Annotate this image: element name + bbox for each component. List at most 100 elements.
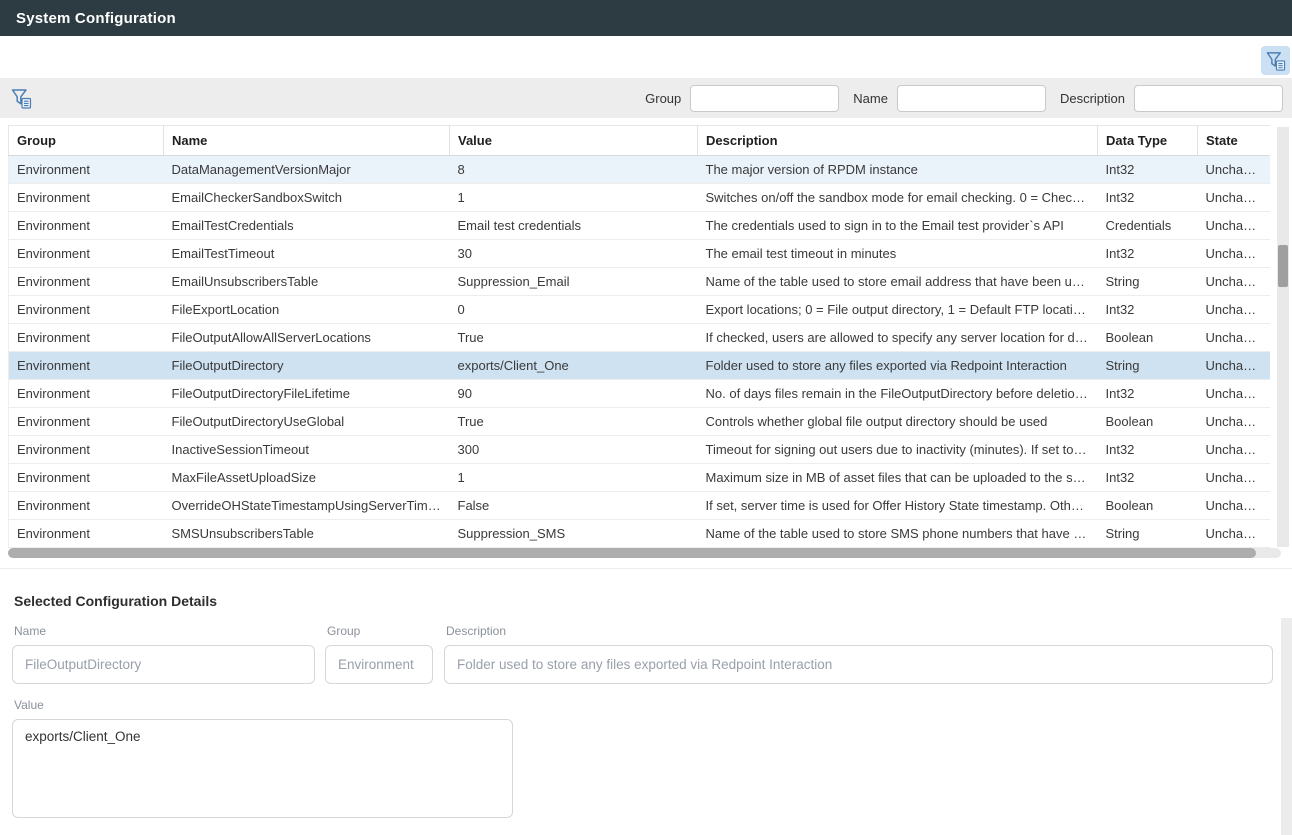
cell-state: Unchanged: [1198, 492, 1270, 520]
details-description-label: Description: [446, 624, 1273, 638]
filter-name-input[interactable]: [897, 85, 1046, 112]
table-row[interactable]: EnvironmentEmailTestTimeout30The email t…: [9, 240, 1270, 268]
cell-group: Environment: [9, 380, 164, 408]
cell-name: FileOutputDirectoryUseGlobal: [164, 408, 450, 436]
cell-description: Switches on/off the sandbox mode for ema…: [698, 184, 1098, 212]
details-value-label: Value: [14, 698, 513, 712]
details-name-label: Name: [14, 624, 315, 638]
titlebar: System Configuration: [0, 0, 1292, 36]
cell-group: Environment: [9, 184, 164, 212]
cell-description: Controls whether global file output dire…: [698, 408, 1098, 436]
details-description-input[interactable]: [444, 645, 1273, 684]
horizontal-scrollbar-track[interactable]: [8, 548, 1281, 558]
cell-name: DataManagementVersionMajor: [164, 156, 450, 184]
cell-description: No. of days files remain in the FileOutp…: [698, 380, 1098, 408]
details-field-value: Value exports/Client_One: [12, 698, 513, 823]
cell-value: 1: [450, 184, 698, 212]
filter-field-description: Description: [1060, 85, 1283, 112]
config-grid: Group Name Value Description Data Type S…: [8, 125, 1281, 548]
cell-state: Unchanged: [1198, 436, 1270, 464]
cell-state: Unchanged: [1198, 156, 1270, 184]
cell-description: The email test timeout in minutes: [698, 240, 1098, 268]
table-row[interactable]: EnvironmentMaxFileAssetUploadSize1Maximu…: [9, 464, 1270, 492]
filter-group-input[interactable]: [690, 85, 839, 112]
cell-data-type: Int32: [1098, 296, 1198, 324]
details-field-name: Name: [12, 624, 315, 684]
cell-group: Environment: [9, 240, 164, 268]
toolbar: [0, 36, 1292, 78]
table-row[interactable]: EnvironmentFileExportLocation0Export loc…: [9, 296, 1270, 324]
table-row[interactable]: EnvironmentFileOutputDirectoryexports/Cl…: [9, 352, 1270, 380]
details-separator: [0, 568, 1292, 569]
cell-data-type: Int32: [1098, 184, 1198, 212]
column-header-name[interactable]: Name: [164, 126, 450, 156]
details-title: Selected Configuration Details: [14, 593, 217, 609]
cell-data-type: Boolean: [1098, 324, 1198, 352]
details-name-input[interactable]: [12, 645, 315, 684]
column-header-description[interactable]: Description: [698, 126, 1098, 156]
cell-group: Environment: [9, 464, 164, 492]
column-header-data-type[interactable]: Data Type: [1098, 126, 1198, 156]
cell-group: Environment: [9, 352, 164, 380]
table-row[interactable]: EnvironmentFileOutputDirectoryFileLifeti…: [9, 380, 1270, 408]
cell-description: If set, server time is used for Offer Hi…: [698, 492, 1098, 520]
table-row[interactable]: EnvironmentEmailUnsubscribersTableSuppre…: [9, 268, 1270, 296]
cell-value: exports/Client_One: [450, 352, 698, 380]
cell-state: Unchanged: [1198, 240, 1270, 268]
filter-list-icon: [1265, 50, 1286, 71]
cell-value: 30: [450, 240, 698, 268]
column-header-group[interactable]: Group: [9, 126, 164, 156]
details-scrollbar-track[interactable]: [1281, 618, 1292, 835]
cell-name: EmailTestTimeout: [164, 240, 450, 268]
table-row[interactable]: EnvironmentOverrideOHStateTimestampUsing…: [9, 492, 1270, 520]
cell-value: 1: [450, 464, 698, 492]
table-row[interactable]: EnvironmentEmailCheckerSandboxSwitch1Swi…: [9, 184, 1270, 212]
table-row[interactable]: EnvironmentFileOutputDirectoryUseGlobalT…: [9, 408, 1270, 436]
cell-group: Environment: [9, 436, 164, 464]
vertical-scrollbar-track[interactable]: [1277, 127, 1289, 547]
cell-data-type: String: [1098, 520, 1198, 548]
filter-toggle-button[interactable]: [1261, 46, 1290, 75]
filter-bar: Group Name Description: [0, 78, 1292, 118]
config-table-body: EnvironmentDataManagementVersionMajor8Th…: [9, 156, 1270, 548]
cell-name: FileExportLocation: [164, 296, 450, 324]
cell-state: Unchanged: [1198, 408, 1270, 436]
cell-state: Unchanged: [1198, 268, 1270, 296]
cell-name: EmailUnsubscribersTable: [164, 268, 450, 296]
cell-name: FileOutputDirectoryFileLifetime: [164, 380, 450, 408]
cell-name: FileOutputAllowAllServerLocations: [164, 324, 450, 352]
cell-value: 8: [450, 156, 698, 184]
cell-data-type: Int32: [1098, 240, 1198, 268]
cell-description: Folder used to store any files exported …: [698, 352, 1098, 380]
cell-value: 300: [450, 436, 698, 464]
cell-description: Export locations; 0 = File output direct…: [698, 296, 1098, 324]
cell-group: Environment: [9, 156, 164, 184]
cell-group: Environment: [9, 520, 164, 548]
table-row[interactable]: EnvironmentEmailTestCredentialsEmail tes…: [9, 212, 1270, 240]
cell-value: False: [450, 492, 698, 520]
filter-description-input[interactable]: [1134, 85, 1283, 112]
filter-name-label: Name: [853, 91, 888, 106]
cell-description: Name of the table used to store SMS phon…: [698, 520, 1098, 548]
details-group-input[interactable]: [325, 645, 433, 684]
column-header-state[interactable]: State: [1198, 126, 1270, 156]
details-value-textarea[interactable]: exports/Client_One: [12, 719, 513, 818]
column-header-value[interactable]: Value: [450, 126, 698, 156]
table-row[interactable]: EnvironmentFileOutputAllowAllServerLocat…: [9, 324, 1270, 352]
cell-name: EmailTestCredentials: [164, 212, 450, 240]
table-row[interactable]: EnvironmentInactiveSessionTimeout300Time…: [9, 436, 1270, 464]
table-header-row: Group Name Value Description Data Type S…: [9, 126, 1270, 156]
table-row[interactable]: EnvironmentDataManagementVersionMajor8Th…: [9, 156, 1270, 184]
cell-group: Environment: [9, 212, 164, 240]
cell-value: Email test credentials: [450, 212, 698, 240]
cell-group: Environment: [9, 268, 164, 296]
cell-group: Environment: [9, 408, 164, 436]
filter-list-icon[interactable]: [9, 86, 33, 110]
horizontal-scrollbar-thumb[interactable]: [8, 548, 1256, 558]
filter-field-group: Group: [645, 85, 839, 112]
vertical-scrollbar-thumb[interactable]: [1278, 245, 1288, 287]
table-row[interactable]: EnvironmentSMSUnsubscribersTableSuppress…: [9, 520, 1270, 548]
cell-description: The major version of RPDM instance: [698, 156, 1098, 184]
cell-state: Unchanged: [1198, 380, 1270, 408]
cell-value: Suppression_SMS: [450, 520, 698, 548]
